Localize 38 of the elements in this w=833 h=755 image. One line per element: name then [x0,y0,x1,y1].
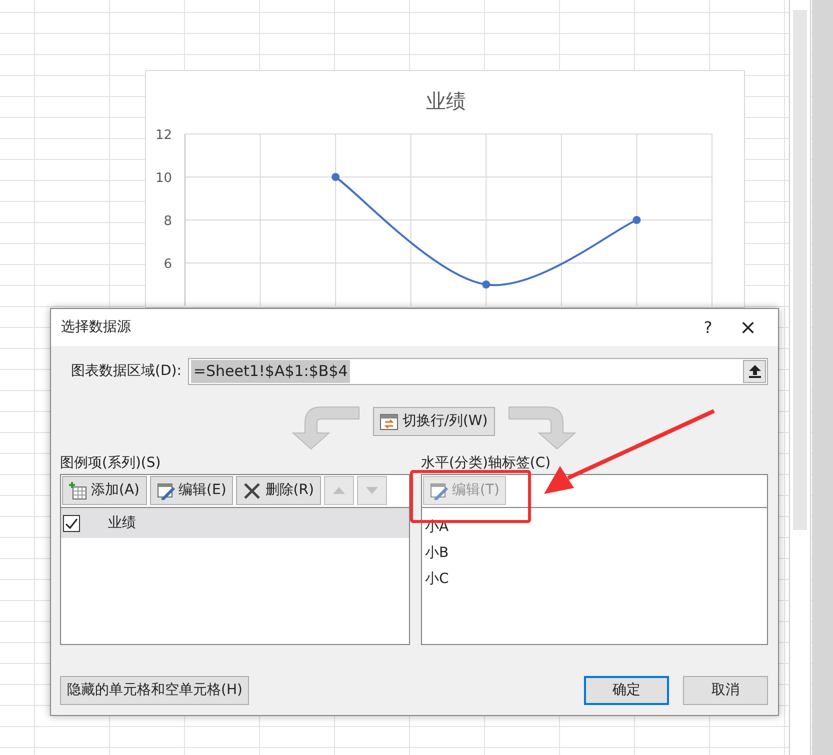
tool-button[interactable]: 编辑(E) [150,476,234,505]
chart-title: 业绩 [426,89,466,113]
data-point [332,173,340,181]
help-button[interactable]: ? [688,316,728,340]
data-point [482,280,490,288]
ok-button[interactable]: 确定 [584,676,669,705]
section-label: 图例项(系列)(S) [60,454,162,473]
range-field[interactable]: =Sheet1!$A$1:$B$4 [188,358,768,385]
collapse-button[interactable] [743,360,766,383]
add-table-icon [69,482,87,500]
edit-table-icon [156,482,175,500]
checkbox[interactable] [63,514,80,532]
curved-arrow-icon [506,405,579,451]
upload-icon [748,365,760,378]
axis-tick-label: 6 [164,257,172,272]
check-icon [65,518,78,528]
tool-button[interactable]: 添加(A) [62,476,147,505]
field-label: 图表数据区域(D): [71,362,182,381]
cancel-button[interactable]: 取消 [683,676,768,705]
switch-row-column-button[interactable]: 切换行/列(W) [373,407,495,436]
series-row[interactable]: 业绩 [61,508,409,538]
hidden-cells-button[interactable]: 隐藏的单元格和空单元格(H) [60,676,250,705]
axis-tick-label: 8 [164,214,172,229]
category-item[interactable]: 小C [422,566,767,592]
tool-button[interactable]: 删除(R) [236,476,321,505]
close-button[interactable]: × [728,312,768,343]
data-point [632,216,641,224]
section-label: 水平(分类)轴标签(C) [420,454,552,473]
category-item[interactable]: 小B [422,540,767,566]
down-arrow-icon [366,487,378,494]
curved-arrow-icon [289,405,362,451]
edit-table-icon [430,482,448,500]
delete-icon [243,482,262,500]
axis-tick-label: 10 [155,171,172,186]
up-arrow-icon [332,487,345,494]
window-title: 选择数据源 [61,318,132,337]
axis-tick-label: 12 [155,128,172,143]
switch-icon [380,414,398,430]
